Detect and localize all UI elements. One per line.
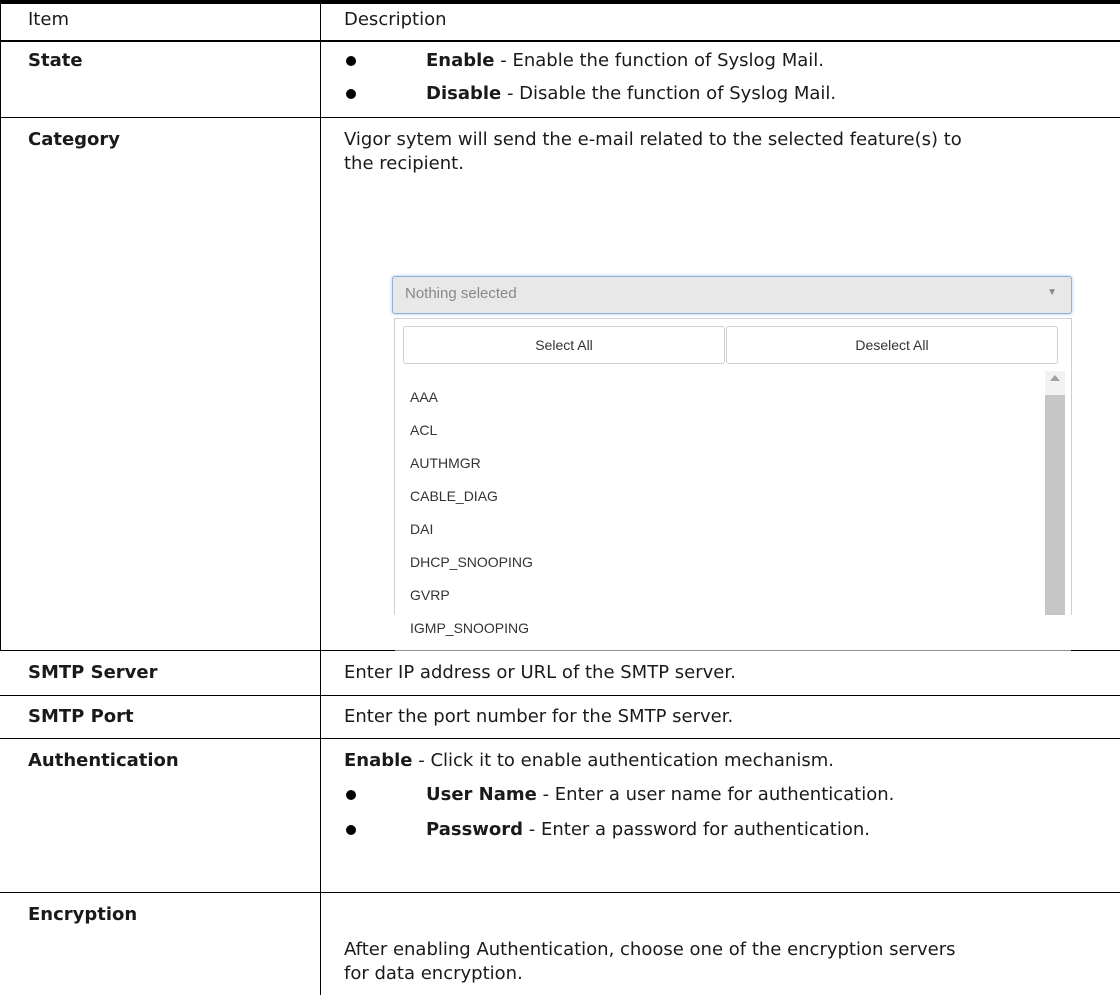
option-item[interactable]: DAI xyxy=(410,521,433,537)
row-divider xyxy=(0,738,1120,739)
term: Disable xyxy=(426,83,502,104)
category-description: Vigor sytem will send the e-mail related… xyxy=(344,129,962,174)
category-multiselect-screenshot: Nothing selected ▼ Select All Deselect A… xyxy=(392,272,1072,661)
row-divider xyxy=(0,892,1120,893)
header-rule xyxy=(0,40,1120,42)
option-item[interactable]: GVRP xyxy=(410,587,450,603)
select-placeholder: Nothing selected xyxy=(405,285,517,302)
definition: - Enable the function of Syslog Mail. xyxy=(494,50,824,71)
scrollbar-thumb[interactable] xyxy=(1045,395,1065,615)
option-item[interactable]: AAA xyxy=(410,389,438,405)
row-label-smtp-port: SMTP Port xyxy=(28,706,134,727)
option-item[interactable]: IGMP_SNOOPING xyxy=(410,620,529,636)
header-item: Item xyxy=(28,9,69,30)
option-item[interactable]: CABLE_DIAG xyxy=(410,488,498,504)
bullet-icon xyxy=(346,56,356,66)
bullet-icon xyxy=(346,89,356,99)
category-select[interactable]: Nothing selected ▼ xyxy=(392,276,1072,314)
encryption-description: After enabling Authentication, choose on… xyxy=(344,939,956,984)
auth-username-item: User Name - Enter a user name for authen… xyxy=(426,782,894,808)
row-label-authentication: Authentication xyxy=(28,750,179,771)
deselect-all-button[interactable]: Deselect All xyxy=(726,326,1058,364)
parameter-table: Item Description State Enable - Enable t… xyxy=(0,0,1120,995)
category-dropdown: Select All Deselect All AAA ACL AUTHMGR … xyxy=(394,318,1072,661)
definition: - Enter a user name for authentication. xyxy=(536,784,895,805)
scroll-up-arrow-icon[interactable] xyxy=(1050,375,1060,381)
row-divider xyxy=(0,117,1120,118)
select-all-button[interactable]: Select All xyxy=(403,326,725,364)
option-item[interactable]: ACL xyxy=(410,422,437,438)
term: User Name xyxy=(426,784,537,805)
table-top-rule xyxy=(0,0,1120,4)
term: Enable xyxy=(426,50,495,71)
authentication-intro: Enable - Click it to enable authenticati… xyxy=(344,748,834,774)
list-fade xyxy=(395,637,1071,661)
bullet-icon xyxy=(346,825,356,835)
row-label-encryption: Encryption xyxy=(28,904,138,925)
caret-down-icon: ▼ xyxy=(1047,287,1057,298)
smtp-port-description: Enter the port number for the SMTP serve… xyxy=(344,706,734,727)
definition: - Enter a password for authentication. xyxy=(523,819,870,840)
row-label-state: State xyxy=(28,50,83,71)
auth-password-item: Password - Enter a password for authenti… xyxy=(426,817,870,843)
term: Enable xyxy=(344,750,413,771)
row-label-smtp-server: SMTP Server xyxy=(28,662,158,683)
bullet-icon xyxy=(346,790,356,800)
definition: - Disable the function of Syslog Mail. xyxy=(501,83,837,104)
option-item[interactable]: AUTHMGR xyxy=(410,455,481,471)
smtp-server-description: Enter IP address or URL of the SMTP serv… xyxy=(344,662,736,683)
left-border xyxy=(0,0,1,650)
definition: - Click it to enable authentication mech… xyxy=(412,750,834,771)
option-item[interactable]: DHCP_SNOOPING xyxy=(410,554,533,570)
state-enable-item: Enable - Enable the function of Syslog M… xyxy=(426,48,824,74)
header-description: Description xyxy=(344,9,447,30)
state-disable-item: Disable - Disable the function of Syslog… xyxy=(426,81,836,107)
column-divider xyxy=(320,0,321,995)
row-divider xyxy=(0,695,1120,696)
row-label-category: Category xyxy=(28,129,121,150)
term: Password xyxy=(426,819,524,840)
